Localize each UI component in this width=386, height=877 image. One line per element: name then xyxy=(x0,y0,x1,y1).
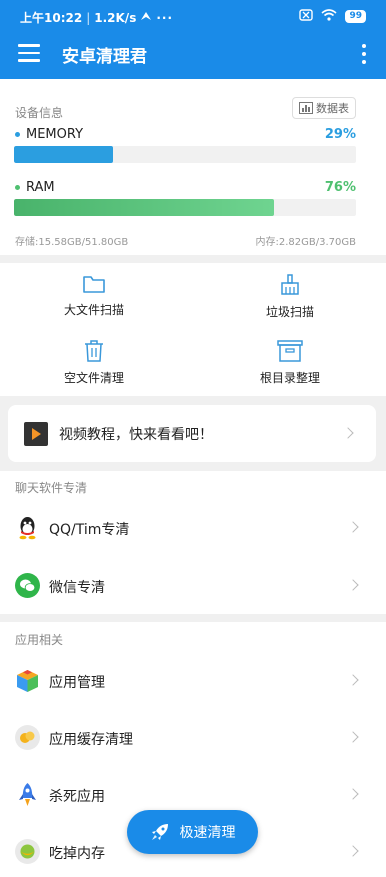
video-tutorial-text: 视频教程，快来看看吧！ xyxy=(59,427,213,443)
list-item-app-manage[interactable]: 应用管理 xyxy=(0,652,386,709)
ram-label: RAM xyxy=(15,180,55,195)
list-item-qq-clean[interactable]: QQ/Tim专清 xyxy=(0,499,386,556)
list-item-label: 应用缓存清理 xyxy=(49,732,133,748)
app-section-label: 应用相关 xyxy=(15,633,64,647)
tool-label: 大文件扫描 xyxy=(63,303,124,317)
storage-usage: 存储:15.58GB/51.80GB xyxy=(15,237,129,248)
memory-progress-bar xyxy=(14,146,356,163)
ram-progress-fill xyxy=(14,199,274,216)
rocket-icon xyxy=(19,783,36,806)
status-separator: | xyxy=(86,10,91,25)
chevron-right-icon xyxy=(347,674,359,686)
menu-icon[interactable] xyxy=(18,41,40,65)
chevron-right-icon xyxy=(347,845,359,857)
list-item-label: QQ/Tim专清 xyxy=(49,522,130,538)
ram-progress-bar xyxy=(14,199,356,216)
folder-icon xyxy=(83,276,105,293)
wechat-icon xyxy=(15,573,40,598)
device-info-label: 设备信息 xyxy=(15,106,64,120)
device-info-panel: 设备信息 数据表 MEMORY 29% RAM 76% 存储:15.58GB/5… xyxy=(0,79,386,255)
tool-label: 垃圾扫描 xyxy=(265,305,314,319)
box-icon xyxy=(277,340,303,362)
memory-usage: 内存:2.82GB/3.70GB xyxy=(255,237,357,248)
tool-large-file-scan[interactable]: 大文件扫描 xyxy=(34,273,154,318)
cube-icon xyxy=(17,670,38,692)
ram-percent: 76% xyxy=(324,180,356,195)
list-item-app-cache-clean[interactable]: 应用缓存清理 xyxy=(0,709,386,766)
chevron-right-icon xyxy=(347,521,359,533)
cache-icon xyxy=(15,725,40,750)
tool-label: 根目录整理 xyxy=(259,371,320,385)
chat-section-label: 聊天软件专清 xyxy=(15,481,88,495)
ram-name: RAM xyxy=(26,180,55,195)
rocket-icon xyxy=(151,824,168,840)
chat-section: 聊天软件专清 QQ/Tim专清 微信专清 xyxy=(0,471,386,614)
memory-name: MEMORY xyxy=(26,127,84,142)
tools-grid: 大文件扫描 垃圾扫描 空文件清理 根目录整理 xyxy=(0,263,386,396)
quick-clean-label: 极速清理 xyxy=(179,825,236,841)
battery-indicator: 99 xyxy=(345,10,366,23)
memory-eat-icon xyxy=(15,839,40,864)
list-item-wechat-clean[interactable]: 微信专清 xyxy=(0,557,386,614)
status-time: 上午10:22 xyxy=(20,11,83,25)
chart-button-label: 数据表 xyxy=(316,102,349,115)
memory-label: MEMORY xyxy=(15,127,83,142)
list-item-label: 应用管理 xyxy=(49,675,105,691)
video-play-icon xyxy=(24,422,48,446)
bar-chart-icon xyxy=(299,102,313,114)
wifi-icon xyxy=(321,9,337,24)
status-more-dots: ··· xyxy=(156,10,174,25)
app-title: 安卓清理君 xyxy=(62,47,147,67)
tool-root-organize[interactable]: 根目录整理 xyxy=(230,339,350,386)
top-header: 上午10:22 | 1.2K/s ··· 99 安卓清理君 xyxy=(0,0,386,79)
app-bar: 安卓清理君 xyxy=(0,32,386,79)
status-bar: 上午10:22 | 1.2K/s ··· 99 xyxy=(0,0,386,32)
list-item-label: 吃掉内存 xyxy=(49,846,105,862)
memory-progress-fill xyxy=(14,146,114,163)
tool-empty-file-clean[interactable]: 空文件清理 xyxy=(34,339,154,386)
list-item-label: 微信专清 xyxy=(49,580,105,596)
status-network-speed: 1.2K/s xyxy=(94,10,137,25)
notification-icon xyxy=(140,10,152,25)
qq-icon xyxy=(19,517,36,540)
chevron-right-icon xyxy=(347,731,359,743)
trash-icon xyxy=(85,340,103,362)
chart-button[interactable]: 数据表 xyxy=(292,97,356,119)
broom-icon xyxy=(281,274,299,295)
sim-off-icon xyxy=(299,9,314,24)
tool-label: 空文件清理 xyxy=(63,371,124,385)
chevron-right-icon xyxy=(347,579,359,591)
memory-dot xyxy=(15,132,20,137)
overflow-menu-icon[interactable] xyxy=(360,42,368,66)
ram-dot xyxy=(15,185,20,190)
chevron-right-icon xyxy=(342,427,354,439)
list-item-label: 杀死应用 xyxy=(49,789,105,805)
tool-junk-scan[interactable]: 垃圾扫描 xyxy=(230,273,350,320)
quick-clean-button[interactable]: 极速清理 xyxy=(127,810,258,854)
memory-percent: 29% xyxy=(324,127,356,142)
chevron-right-icon xyxy=(347,788,359,800)
video-tutorial-card[interactable]: 视频教程，快来看看吧！ xyxy=(8,405,376,462)
